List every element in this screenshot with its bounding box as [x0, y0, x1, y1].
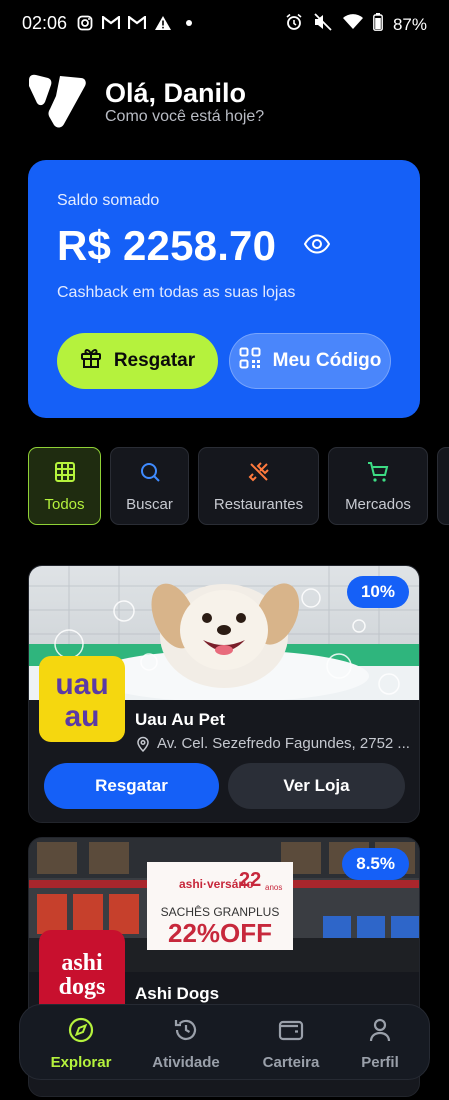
promo-line2: 22 — [239, 869, 261, 891]
gmail-icon — [102, 14, 120, 32]
status-time: 02:06 — [22, 13, 68, 33]
store-address: Av. Cel. Sezefredo Fagundes, 2752 ... — [135, 735, 415, 752]
wallet-icon — [277, 1016, 305, 1048]
utensils-icon — [247, 460, 271, 488]
system-icons: 87% — [285, 13, 427, 36]
store-logo: uau au — [39, 656, 125, 742]
logo-text-line1: ashi — [61, 950, 103, 976]
gift-icon — [80, 347, 102, 375]
cashback-badge: 8.5% — [342, 848, 409, 880]
eye-icon[interactable] — [303, 234, 331, 254]
warning-icon — [154, 14, 172, 32]
greeting-title: Olá, Danilo — [105, 78, 247, 108]
category-restaurants[interactable]: Restaurantes — [198, 447, 319, 525]
compass-icon — [67, 1016, 95, 1048]
redeem-button[interactable]: Resgatar — [57, 333, 218, 389]
nav-wallet[interactable]: Carteira — [241, 1005, 341, 1081]
history-icon — [172, 1016, 200, 1048]
nav-profile[interactable]: Perfil — [330, 1005, 430, 1081]
nav-label: Atividade — [152, 1053, 220, 1071]
cashback-text: Cashback em todas as suas lojas — [57, 284, 296, 301]
wifi-icon — [342, 14, 363, 35]
nav-label: Explorar — [50, 1053, 112, 1071]
location-pin-icon — [135, 736, 151, 752]
alarm-icon — [285, 13, 303, 36]
logo-text-line1: uau — [55, 668, 108, 701]
balance-card: Saldo somado R$ 2258.70 Cashback em toda… — [28, 160, 420, 418]
status-bar: 02:06 87% — [0, 0, 449, 48]
nav-explore[interactable]: Explorar — [31, 1005, 131, 1081]
category-label: Buscar — [126, 495, 173, 513]
my-code-button-label: Meu Código — [272, 350, 382, 371]
cashback-badge: 10% — [346, 576, 409, 608]
category-all[interactable]: Todos — [28, 447, 101, 525]
promo-line4: SACHÊS GRANPLUS — [161, 904, 280, 919]
greeting-subtitle: Como você está hoje? — [105, 108, 265, 125]
app-logo — [26, 74, 88, 130]
store-address-text: Av. Cel. Sezefredo Fagundes, 2752 ... — [157, 735, 410, 752]
cart-icon — [366, 460, 390, 488]
category-label: Mercados — [345, 495, 411, 513]
notification-icons — [76, 14, 198, 32]
category-search[interactable]: Buscar — [110, 447, 189, 525]
nav-label: Perfil — [361, 1053, 399, 1071]
promo-line3: anos — [265, 883, 282, 892]
category-label: Restaurantes — [213, 495, 304, 513]
my-code-button[interactable]: Meu Código — [229, 333, 391, 389]
grid-icon — [53, 460, 77, 488]
category-more[interactable] — [437, 447, 449, 525]
view-store-button[interactable]: Ver Loja — [228, 763, 405, 809]
gmail-icon — [128, 14, 146, 32]
qr-code-icon — [239, 347, 261, 375]
bottom-navigation: Explorar Atividade Carteira Perfil — [19, 1004, 430, 1080]
user-icon — [366, 1016, 394, 1048]
search-icon — [138, 460, 162, 488]
promo-line5: 22%OFF — [168, 918, 272, 948]
nav-label: Carteira — [262, 1053, 320, 1071]
nav-activity[interactable]: Atividade — [136, 1005, 236, 1081]
instagram-icon — [76, 14, 94, 32]
category-markets[interactable]: Mercados — [328, 447, 428, 525]
store-card[interactable]: 10% uau au Uau Au Pet Av. Cel. Sezefredo… — [28, 565, 420, 823]
category-filters: Todos Buscar Restaurantes Mercados — [28, 447, 449, 527]
redeem-button-label: Resgatar — [113, 350, 196, 371]
balance-label: Saldo somado — [57, 192, 160, 209]
dot-icon — [180, 14, 198, 32]
logo-text-line2: au — [64, 700, 99, 733]
logo-text-line2: dogs — [59, 974, 106, 1000]
store-name: Uau Au Pet — [135, 710, 226, 729]
battery-level: 87% — [392, 14, 427, 34]
mute-icon — [313, 13, 333, 36]
category-label: Todos — [44, 495, 85, 513]
battery-icon — [373, 13, 383, 36]
store-name: Ashi Dogs — [135, 984, 220, 1003]
store-redeem-button[interactable]: Resgatar — [44, 763, 219, 809]
balance-value: R$ 2258.70 — [57, 222, 277, 269]
